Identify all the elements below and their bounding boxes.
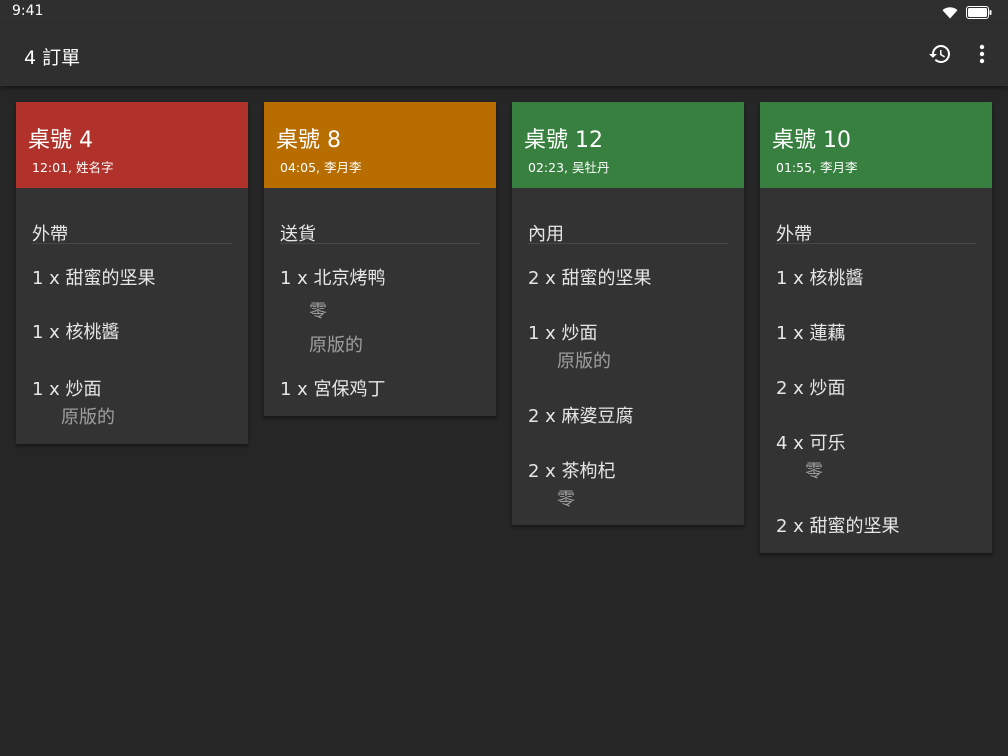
page-title: 4 訂單: [24, 47, 81, 69]
order-time-name: 04:05, 李月李: [280, 160, 362, 175]
order-item: 2 x 炒面: [776, 378, 846, 399]
order-card-header: 桌號 12 02:23, 吴牡丹: [512, 102, 744, 188]
app-bar: 4 訂單: [0, 24, 1008, 86]
order-card[interactable]: 桌號 12 02:23, 吴牡丹 內用 2 x 甜蜜的坚果 1 x 炒面 原版的…: [512, 102, 744, 525]
order-time-name: 02:23, 吴牡丹: [528, 160, 610, 175]
wifi-icon: [942, 4, 958, 23]
order-card-header: 桌號 10 01:55, 李月李: [760, 102, 992, 188]
battery-icon: [966, 4, 992, 23]
divider: [32, 243, 232, 244]
order-card[interactable]: 桌號 8 04:05, 李月李 送貨 1 x 北京烤鸭 零 原版的 1 x 宮保…: [264, 102, 496, 416]
order-table-title: 桌號 10: [772, 128, 851, 153]
order-item: 2 x 麻婆豆腐: [528, 406, 634, 427]
order-item: 1 x 核桃醬: [32, 322, 120, 343]
order-item: 2 x 茶枸杞: [528, 461, 616, 482]
order-time-name: 01:55, 李月李: [776, 160, 858, 175]
order-table-title: 桌號 8: [276, 128, 341, 153]
order-item: 1 x 甜蜜的坚果: [32, 268, 156, 289]
item-modifier: 原版的: [309, 335, 363, 356]
order-time-name: 12:01, 姓名字: [32, 160, 114, 175]
order-item: 1 x 蓮藕: [776, 323, 846, 344]
order-item: 2 x 甜蜜的坚果: [776, 516, 900, 537]
order-item: 1 x 北京烤鸭: [280, 268, 386, 289]
item-modifier: 原版的: [557, 351, 611, 372]
order-card-header: 桌號 8 04:05, 李月李: [264, 102, 496, 188]
item-modifier: 零: [557, 489, 575, 510]
status-icons: [942, 4, 992, 23]
history-icon[interactable]: [928, 40, 952, 68]
order-card-header: 桌號 4 12:01, 姓名字: [16, 102, 248, 188]
divider: [776, 243, 976, 244]
order-item: 1 x 炒面: [528, 323, 598, 344]
order-table-title: 桌號 4: [28, 128, 93, 153]
status-bar: 9:41: [0, 0, 1008, 24]
order-item: 1 x 核桃醬: [776, 268, 864, 289]
more-vert-icon[interactable]: [970, 40, 994, 68]
order-item: 4 x 可乐: [776, 433, 846, 454]
divider: [528, 243, 728, 244]
status-time: 9:41: [12, 3, 44, 19]
order-card[interactable]: 桌號 10 01:55, 李月李 外帶 1 x 核桃醬 1 x 蓮藕 2 x 炒…: [760, 102, 992, 553]
item-modifier: 零: [805, 461, 823, 482]
order-item: 1 x 宮保鸡丁: [280, 379, 386, 400]
app-actions: [928, 40, 994, 68]
item-modifier: 原版的: [61, 407, 115, 428]
order-card[interactable]: 桌號 4 12:01, 姓名字 外帶 1 x 甜蜜的坚果 1 x 核桃醬 1 x…: [16, 102, 248, 444]
order-item: 2 x 甜蜜的坚果: [528, 268, 652, 289]
item-modifier: 零: [309, 301, 327, 322]
order-item: 1 x 炒面: [32, 379, 102, 400]
divider: [280, 243, 480, 244]
order-table-title: 桌號 12: [524, 128, 603, 153]
